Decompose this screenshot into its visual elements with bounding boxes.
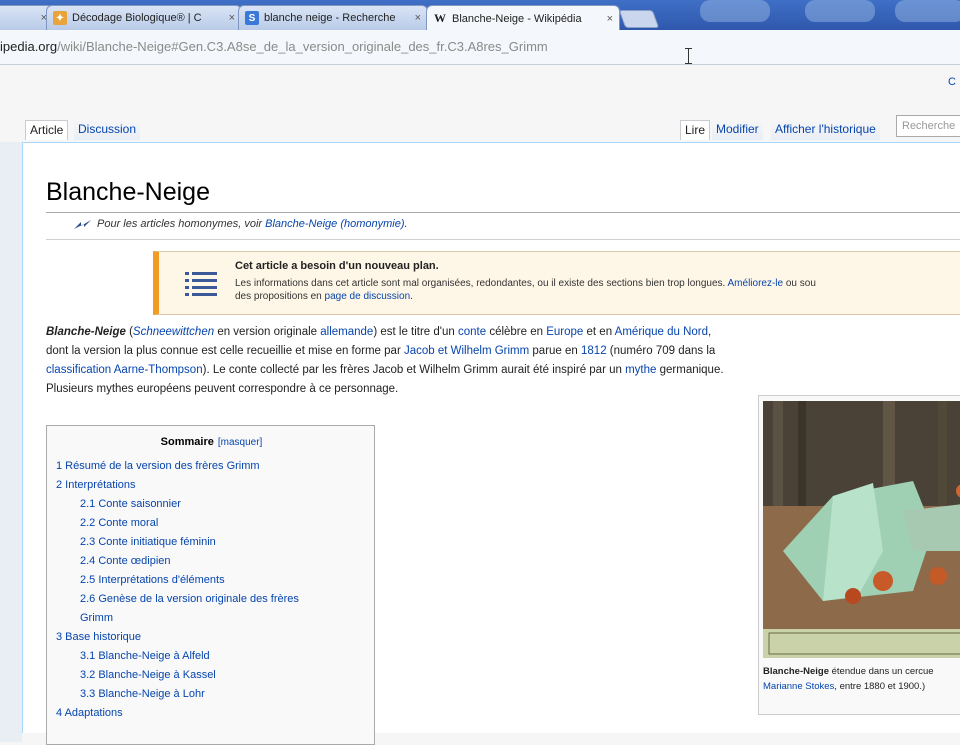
hatnote-text: Pour les articles homonymes, voir	[97, 218, 266, 230]
table-of-contents: Sommaire [masquer] 1 Résumé de la version…	[46, 425, 375, 745]
toc-item[interactable]: 2.1 Conte saisonnier	[80, 498, 181, 510]
toc-item[interactable]: 1 Résumé de la version des frères Grimm	[56, 460, 260, 472]
tab-close-icon[interactable]: ×	[607, 13, 613, 25]
toc-item[interactable]: 4 Adaptations	[56, 707, 123, 719]
window-decoration	[895, 0, 960, 22]
disambiguation-arrow-icon	[74, 220, 91, 230]
hatnote: Pour les articles homonymes, voir Blanch…	[73, 218, 408, 230]
list-icon	[185, 272, 217, 296]
title-divider	[46, 212, 960, 213]
intro-text: ). Le conte collecté par les frères Jaco…	[202, 364, 626, 376]
toc-item[interactable]: 2.4 Conte œdipien	[80, 555, 171, 567]
tab-decodage[interactable]: ✦ Décodage Biologique® | C ×	[46, 5, 242, 30]
url-text[interactable]: ipedia.org/wiki/Blanche-Neige#Gen.C3.A8s…	[0, 39, 548, 54]
caption-link[interactable]: Marianne Stokes	[763, 681, 834, 692]
url-host: ipedia.org	[0, 39, 58, 54]
intro-link[interactable]: allemande	[320, 326, 373, 338]
hatnote-divider	[46, 239, 960, 240]
address-bar[interactable]: ipedia.org/wiki/Blanche-Neige#Gen.C3.A8s…	[0, 30, 960, 65]
wikipedia-icon: W	[434, 11, 446, 25]
tab-label: Décodage Biologique® | C	[72, 12, 202, 24]
intro-text: et en	[583, 326, 615, 338]
toc-item[interactable]: 3.1 Blanche-Neige à Alfeld	[80, 650, 210, 662]
tab-discussion[interactable]: Discussion	[74, 120, 141, 140]
banner-text-d: .	[410, 291, 413, 302]
snow-white-painting-image[interactable]	[763, 401, 960, 658]
toc-item[interactable]: 2.2 Conte moral	[80, 517, 158, 529]
banner-text: Les informations dans cet article sont m…	[235, 277, 960, 303]
tab-wikipedia[interactable]: W Blanche-Neige - Wikipédia ×	[426, 5, 620, 31]
painting-illustration	[763, 401, 960, 658]
toc-item[interactable]: 3.3 Blanche-Neige à Lohr	[80, 688, 205, 700]
toc-item[interactable]: 2.6 Genèse de la version originale des f…	[80, 593, 299, 605]
intro-link[interactable]: Jacob et Wilhelm Grimm	[404, 345, 529, 357]
banner-title: Cet article a besoin d'un nouveau plan.	[235, 260, 439, 272]
window-decoration	[805, 0, 875, 22]
tab-historique[interactable]: Afficher l'historique	[771, 120, 880, 140]
tab-article[interactable]: Article	[25, 120, 69, 140]
intro-text: célèbre en	[486, 326, 547, 338]
toc-heading: Sommaire	[160, 436, 214, 448]
improve-link[interactable]: Améliorez-le	[728, 278, 784, 289]
toc-title: Sommaire [masquer]	[47, 436, 376, 448]
caption-text: étendue dans un cercue	[829, 666, 934, 677]
intro-link[interactable]: 1812	[581, 345, 607, 357]
intro-link[interactable]: mythe	[625, 364, 656, 376]
tab-search[interactable]: S blanche neige - Recherche ×	[238, 5, 428, 30]
wiki-page: C Article Discussion Lire Modifier Affic…	[0, 65, 960, 745]
discussion-link[interactable]: page de discussion	[325, 291, 411, 302]
page-title: Blanche-Neige	[46, 178, 210, 206]
hatnote-suffix: .	[404, 218, 408, 230]
intro-text: en version originale	[214, 326, 321, 338]
intro-link[interactable]: Europe	[546, 326, 583, 338]
banner-text-a: Les informations dans cet article sont m…	[235, 278, 728, 289]
tab-close-icon[interactable]: ×	[229, 12, 235, 24]
toc-item[interactable]: 2.3 Conte initiatique féminin	[80, 536, 216, 548]
intro-text: parue en	[529, 345, 582, 357]
intro-link[interactable]: classification Aarne-Thompson	[46, 364, 203, 376]
url-path: /wiki/Blanche-Neige#Gen.C3.A8se_de_la_ve…	[57, 39, 548, 54]
caption-bold: Blanche-Neige	[763, 666, 829, 677]
toc-item[interactable]: 2 Interprétations	[56, 479, 136, 491]
intro-link[interactable]: conte	[458, 326, 486, 338]
intro-link[interactable]: Amérique du Nord	[615, 326, 708, 338]
intro-text: (	[125, 326, 133, 338]
hatnote-link[interactable]: Blanche-Neige (homonymie)	[265, 218, 404, 230]
tab-modifier[interactable]: Modifier	[712, 120, 763, 140]
search-input[interactable]: Recherche	[896, 115, 960, 137]
tab-label: Blanche-Neige - Wikipédia	[452, 12, 582, 25]
intro-bold: Blanche-Neige	[46, 326, 126, 338]
window-decoration	[700, 0, 770, 22]
intro-link[interactable]: Schneewittchen	[133, 326, 214, 338]
new-tab-button[interactable]	[618, 10, 660, 28]
caption-text: , entre 1880 et 1900.)	[834, 681, 926, 692]
text-cursor-icon	[685, 48, 692, 64]
tab-lire[interactable]: Lire	[680, 120, 711, 140]
top-right-link[interactable]: C	[948, 76, 956, 88]
image-thumbnail: Blanche-Neige étendue dans un cercue Mari…	[758, 395, 960, 715]
maintenance-banner: Cet article a besoin d'un nouveau plan. …	[153, 251, 960, 315]
tab-close-icon[interactable]: ×	[415, 12, 421, 24]
toc-item[interactable]: 3 Base historique	[56, 631, 141, 643]
tab-label: blanche neige - Recherche	[264, 12, 396, 24]
sidebar	[0, 142, 22, 742]
banner-text-c: des propositions en	[235, 291, 325, 302]
intro-paragraph: Blanche-Neige (Schneewittchen en version…	[46, 323, 726, 399]
intro-text: ) est le titre d'un	[373, 326, 458, 338]
intro-text: (numéro 709 dans la	[606, 345, 716, 357]
toc-item[interactable]: 3.2 Blanche-Neige à Kassel	[80, 669, 216, 681]
toc-item[interactable]: 2.5 Interprétations d'éléments	[80, 574, 225, 586]
search-icon: S	[245, 11, 259, 25]
toc-item[interactable]: Grimm	[80, 612, 113, 624]
image-caption: Blanche-Neige étendue dans un cercue Mari…	[763, 664, 960, 694]
toc-hide-link[interactable]: [masquer]	[218, 437, 262, 448]
gift-icon: ✦	[53, 11, 67, 25]
article-content: Blanche-Neige Pour les articles homonyme…	[22, 142, 960, 745]
tab-strip: × ✦ Décodage Biologique® | C × S blanche…	[0, 0, 960, 31]
banner-text-b: ou sou	[783, 278, 816, 289]
